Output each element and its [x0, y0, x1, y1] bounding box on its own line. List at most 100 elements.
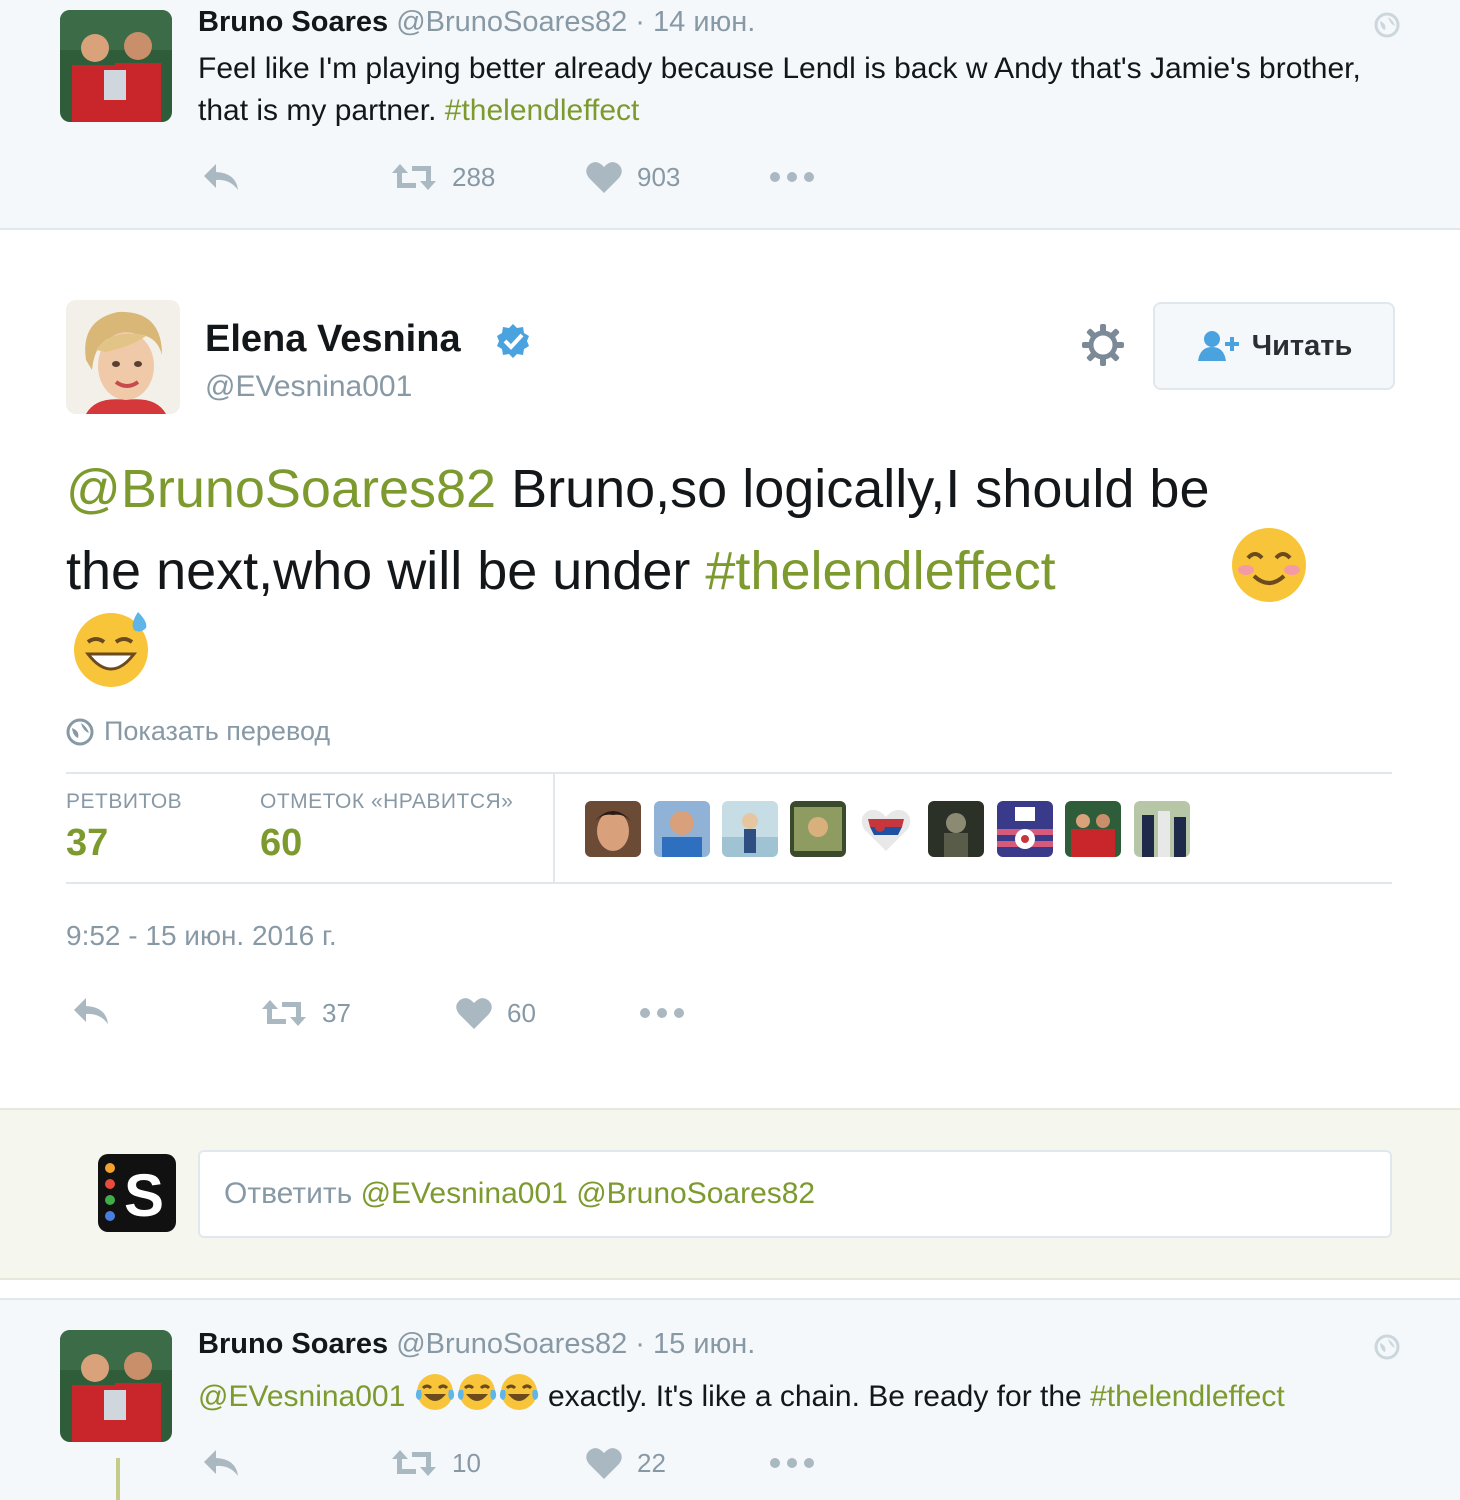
more-button[interactable] [638, 1006, 686, 1020]
retweet-icon [392, 164, 436, 190]
retweet-icon [262, 1000, 306, 1026]
verified-badge-icon [494, 322, 532, 365]
main-author-handle[interactable]: @EVesnina001 [205, 370, 412, 404]
smiling-face-emoji [1230, 526, 1308, 609]
separator: · [635, 6, 645, 38]
reply-prefix: Ответить [224, 1177, 353, 1210]
retweet-count: 288 [452, 161, 496, 192]
more-dots-icon [770, 172, 814, 182]
liker-avatar-9[interactable] [1134, 801, 1190, 857]
liker-avatar-2[interactable] [654, 801, 710, 857]
tweet-date[interactable]: 14 июн. [653, 6, 755, 38]
liker-avatar-6[interactable] [928, 801, 984, 857]
author-handle[interactable]: @BrunoSoares82 [396, 6, 627, 38]
tweet-date[interactable]: 15 июн. [653, 1328, 755, 1360]
reply-icon [204, 1450, 238, 1476]
tears-of-joy-emoji [498, 1372, 540, 1424]
liker-avatar-5[interactable] [858, 801, 914, 857]
heart-icon [456, 998, 492, 1029]
retweet-button[interactable]: 288 [390, 160, 495, 194]
tweet-text: Feel like I'm playing better already bec… [198, 48, 1398, 132]
like-button[interactable]: 60 [455, 996, 536, 1030]
like-count: 903 [637, 161, 681, 192]
retweet-count: 10 [452, 1447, 481, 1478]
liker-avatar-4[interactable] [790, 801, 846, 857]
reply-input[interactable]: Ответить @EVesnina001 @BrunoSoares82 [198, 1150, 1392, 1238]
like-button[interactable]: 22 [585, 1446, 666, 1480]
avatar[interactable] [60, 1330, 172, 1442]
reply-icon [204, 164, 238, 190]
tweet-top[interactable]: Bruno Soares @BrunoSoares82 · 14 июн. Fe… [0, 0, 1460, 230]
translate-link[interactable]: Показать перевод [66, 716, 330, 747]
retweets-stat[interactable]: РЕТВИТОВ 37 [66, 790, 182, 865]
author-name[interactable]: Bruno Soares [198, 1328, 388, 1360]
mention-link[interactable]: @EVesnina001 [198, 1380, 405, 1413]
follow-label: Читать [1251, 329, 1353, 362]
divider [553, 774, 555, 882]
globe-icon [66, 718, 94, 745]
tweet-header: Bruno Soares @BrunoSoares82 · 14 июн. [198, 6, 755, 39]
avatar[interactable] [60, 10, 172, 122]
likes-stat[interactable]: ОТМЕТОК «НРАВИТСЯ» 60 [260, 790, 513, 865]
liker-avatar-3[interactable] [722, 801, 778, 857]
more-dots-icon [770, 1458, 814, 1468]
globe-icon [1374, 12, 1400, 43]
divider [66, 882, 1392, 884]
author-name[interactable]: Bruno Soares [198, 6, 388, 38]
svg-text:S: S [124, 1162, 164, 1229]
tweet-text: @EVesnina001 exactly. It's like a chain.… [198, 1372, 1285, 1424]
gear-icon[interactable] [1080, 322, 1126, 373]
tears-of-joy-emoji [456, 1372, 498, 1424]
reply-icon [74, 998, 108, 1024]
tweet-body: Feel like I'm playing better already bec… [198, 52, 1361, 127]
retweet-icon [392, 1450, 436, 1476]
liker-avatar-8[interactable] [1065, 801, 1121, 857]
tweet-body-line2: the next,who will be under [66, 541, 706, 601]
follow-button[interactable]: Читать [1153, 302, 1395, 390]
retweets-label: РЕТВИТОВ [66, 790, 183, 813]
reply-button[interactable] [200, 1446, 242, 1480]
retweet-button[interactable]: 10 [390, 1446, 481, 1480]
divider [66, 772, 1392, 774]
tweet-body: exactly. It's like a chain. Be ready for… [539, 1379, 1091, 1413]
tweet-body-line1: Bruno,so logically,I should be [496, 459, 1210, 519]
tweet-header: Bruno Soares @BrunoSoares82 · 15 июн. [198, 1328, 755, 1361]
reply-bar: S Ответить @EVesnina001 @BrunoSoares82 [0, 1108, 1460, 1280]
main-tweet-text: @BrunoSoares82 Bruno,so logically,I shou… [66, 448, 1396, 612]
add-user-icon [1197, 331, 1239, 361]
author-handle[interactable]: @BrunoSoares82 [396, 1328, 627, 1360]
main-author-name[interactable]: Elena Vesnina [205, 318, 461, 361]
liker-avatar-1[interactable] [585, 801, 641, 857]
tweet-bottom[interactable]: Bruno Soares @BrunoSoares82 · 15 июн. @E… [0, 1298, 1460, 1500]
like-button[interactable]: 903 [585, 160, 680, 194]
tears-of-joy-emoji [414, 1372, 456, 1424]
hashtag-link[interactable]: #thelendleffect [445, 94, 640, 127]
more-dots-icon [640, 1008, 684, 1018]
translate-label: Показать перевод [104, 716, 331, 746]
likes-label: ОТМЕТОК «НРАВИТСЯ» [260, 790, 514, 813]
hashtag-link[interactable]: #thelendleffect [705, 541, 1055, 601]
globe-icon [1374, 1334, 1400, 1365]
tweet-timestamp[interactable]: 9:52 - 15 июн. 2016 г. [66, 920, 337, 952]
heart-icon [586, 162, 622, 193]
more-button[interactable] [768, 170, 816, 184]
main-avatar[interactable] [66, 300, 180, 414]
reply-button[interactable] [200, 160, 242, 194]
retweet-button[interactable]: 37 [260, 996, 351, 1030]
reply-mentions: @EVesnina001 @BrunoSoares82 [360, 1177, 816, 1210]
thread-line [116, 1458, 120, 1500]
retweet-count: 37 [322, 997, 351, 1028]
s-app-icon: S [98, 1154, 176, 1237]
like-count: 22 [637, 1447, 666, 1478]
liker-avatar-7[interactable] [997, 801, 1053, 857]
more-button[interactable] [768, 1456, 816, 1470]
retweets-count: 37 [66, 822, 109, 864]
grinning-sweat-emoji [72, 608, 152, 693]
heart-icon [586, 1448, 622, 1479]
hashtag-link[interactable]: #thelendleffect [1090, 1380, 1285, 1413]
likes-count: 60 [260, 822, 303, 864]
like-count: 60 [507, 997, 536, 1028]
separator: · [635, 1328, 645, 1360]
reply-button[interactable] [70, 994, 112, 1028]
mention-link[interactable]: @BrunoSoares82 [66, 459, 496, 519]
